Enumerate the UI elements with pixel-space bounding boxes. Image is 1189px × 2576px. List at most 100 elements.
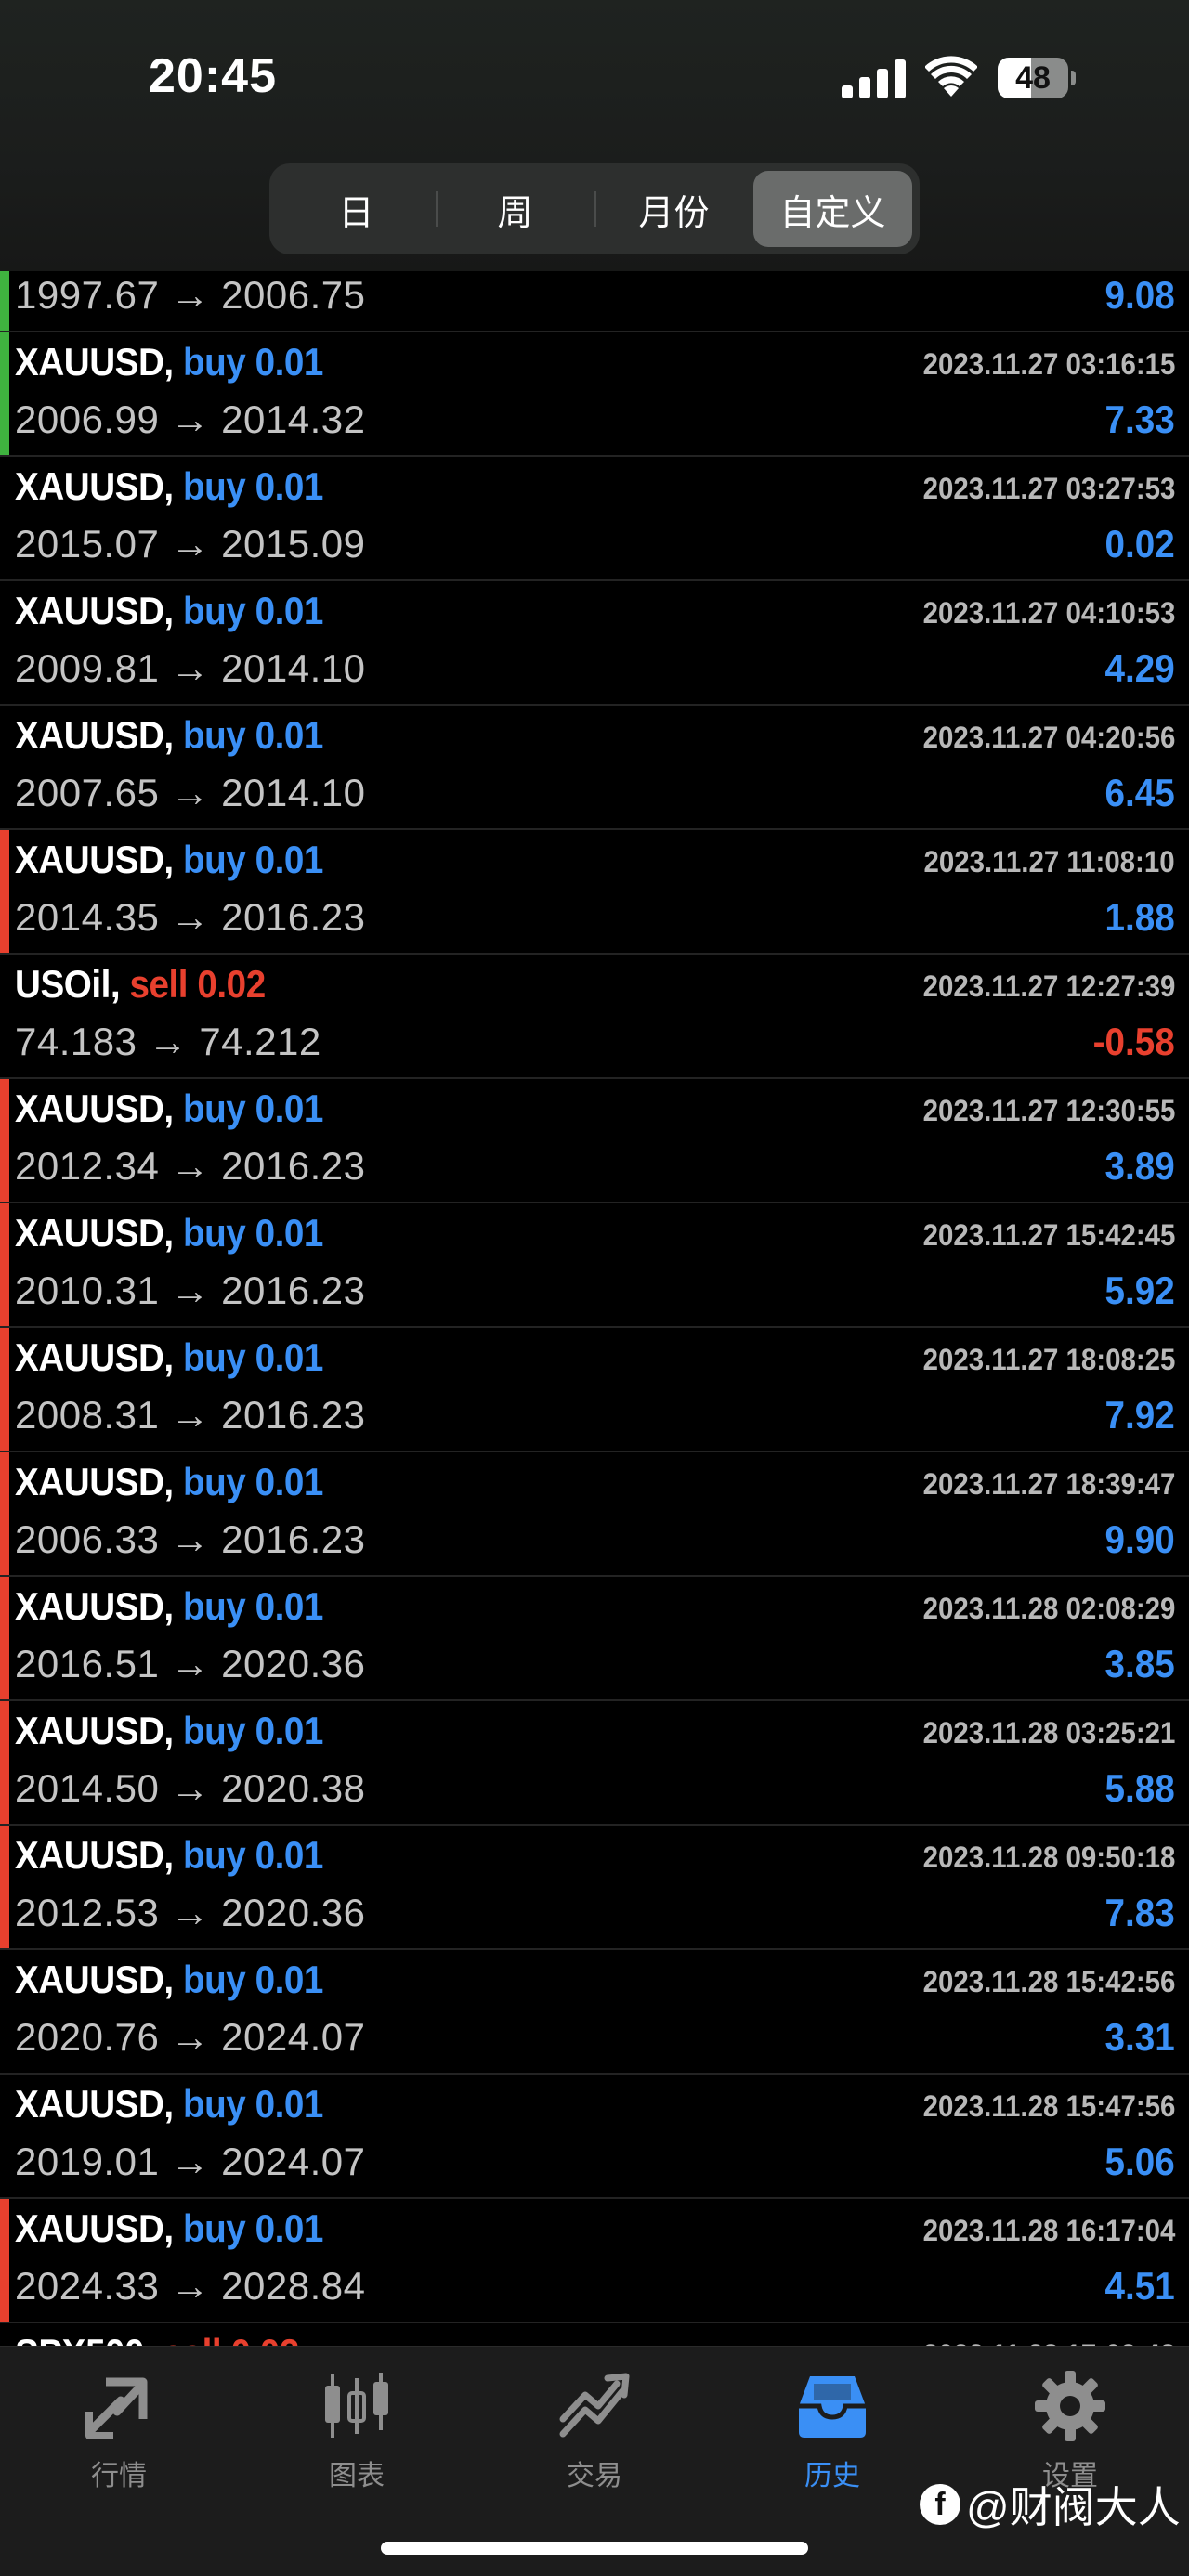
trade-symbol: XAUUSD, bbox=[15, 1086, 174, 1130]
trade-symbol: XAUUSD, bbox=[15, 1709, 174, 1752]
trade-lot: 0.01 bbox=[255, 838, 324, 881]
segment-1[interactable]: 周 bbox=[436, 171, 594, 247]
trade-symbol-line: XAUUSD, buy 0.01 bbox=[15, 1584, 323, 1629]
trade-profit: 9.90 bbox=[1104, 1517, 1175, 1561]
segment-2[interactable]: 月份 bbox=[594, 171, 753, 247]
trade-row[interactable]: XAUUSD, buy 0.01 2023.11.27 04:10:53 2009.… bbox=[0, 581, 1189, 706]
battery-percent: 48 bbox=[1015, 59, 1051, 96]
trade-row[interactable]: XAUUSD, buy 0.01 2023.11.27 04:20:56 2007.… bbox=[0, 706, 1189, 830]
trade-profit: 4.29 bbox=[1104, 646, 1175, 690]
trade-status-marker bbox=[0, 1203, 9, 1326]
segment-0[interactable]: 日 bbox=[277, 171, 436, 247]
trade-row[interactable]: XAUUSD, buy 0.01 2023.11.27 18:08:25 2008.… bbox=[0, 1328, 1189, 1452]
trade-row[interactable]: 1997.67 → 2006.75 9.08 bbox=[0, 271, 1189, 332]
trade-lot: 0.01 bbox=[255, 589, 324, 632]
trade-status-marker bbox=[0, 2199, 9, 2322]
trade-row[interactable]: XAUUSD, buy 0.01 2023.11.27 12:30:55 2012.… bbox=[0, 1079, 1189, 1203]
trade-side: buy bbox=[182, 1833, 246, 1877]
trade-time: 2023.11.27 18:39:47 bbox=[922, 1467, 1175, 1501]
tab-trade[interactable]: 交易 bbox=[502, 2369, 687, 2499]
cellular-signal-icon bbox=[842, 59, 906, 98]
tab-chart[interactable]: 图表 bbox=[264, 2369, 450, 2499]
segment-3[interactable]: 自定义 bbox=[753, 171, 912, 247]
trade-open-price: 2012.53 bbox=[15, 1891, 160, 1934]
trade-row[interactable]: XAUUSD, buy 0.01 2023.11.27 18:39:47 2006.… bbox=[0, 1452, 1189, 1577]
trade-row[interactable]: XAUUSD, buy 0.01 2023.11.27 15:42:45 2010.… bbox=[0, 1203, 1189, 1328]
arrow-right-icon: → bbox=[170, 1517, 210, 1561]
trade-open-price: 2016.51 bbox=[15, 1642, 160, 1685]
trade-open-price: 2014.35 bbox=[15, 895, 160, 939]
arrow-right-icon: → bbox=[170, 1393, 210, 1437]
trade-time: 2023.11.27 15:42:45 bbox=[922, 1218, 1175, 1252]
trade-lot: 0.01 bbox=[255, 340, 324, 384]
trade-row[interactable]: XAUUSD, buy 0.01 2023.11.28 16:17:04 2024.… bbox=[0, 2199, 1189, 2323]
history-list-content: 1997.67 → 2006.75 9.08 XAUUSD, buy 0.01 202… bbox=[0, 271, 1189, 2346]
history-list[interactable]: 1997.67 → 2006.75 9.08 XAUUSD, buy 0.01 202… bbox=[0, 271, 1189, 2346]
arrow-right-icon: → bbox=[170, 771, 210, 814]
wifi-icon bbox=[925, 56, 977, 97]
trade-close-price: 2014.32 bbox=[221, 397, 366, 441]
trade-row[interactable]: XAUUSD, buy 0.01 2023.11.28 02:08:29 2016.… bbox=[0, 1577, 1189, 1701]
trade-row[interactable]: XAUUSD, buy 0.01 2023.11.28 09:50:18 2012.… bbox=[0, 1826, 1189, 1950]
trade-row[interactable]: XAUUSD, buy 0.01 2023.11.27 11:08:10 2014.… bbox=[0, 830, 1189, 955]
trade-open-price: 74.183 bbox=[15, 1020, 137, 1063]
battery-indicator: 48 bbox=[998, 58, 1076, 98]
trade-open-price: 1997.67 bbox=[15, 273, 160, 317]
trade-prices: 74.183 → 74.212 bbox=[15, 1020, 321, 1064]
trade-symbol-line: XAUUSD, buy 0.01 bbox=[15, 464, 323, 509]
tab-chart-label: 图表 bbox=[329, 2461, 385, 2491]
trade-symbol: XAUUSD, bbox=[15, 1958, 174, 2001]
trade-symbol-line: XAUUSD, buy 0.01 bbox=[15, 2206, 323, 2251]
home-indicator bbox=[381, 2542, 808, 2555]
trade-close-price: 2016.23 bbox=[221, 1517, 366, 1561]
watermark: f @财阀大人 bbox=[920, 2477, 1181, 2532]
trade-side: buy bbox=[182, 1086, 246, 1130]
watermark-logo-icon: f bbox=[920, 2484, 960, 2525]
trade-row[interactable]: XAUUSD, buy 0.01 2023.11.28 03:25:21 2014.… bbox=[0, 1701, 1189, 1826]
trade-row[interactable]: XAUUSD, buy 0.01 2023.11.28 15:42:56 2020.… bbox=[0, 1950, 1189, 2075]
trade-symbol-line: XAUUSD, buy 0.01 bbox=[15, 713, 323, 758]
trade-symbol: XAUUSD, bbox=[15, 1833, 174, 1877]
trade-symbol-line: SPX500, sell 0.02 bbox=[15, 2331, 299, 2346]
trade-row[interactable]: XAUUSD, buy 0.01 2023.11.27 03:16:15 2006.… bbox=[0, 332, 1189, 457]
trade-close-price: 74.212 bbox=[199, 1020, 321, 1063]
trade-side: buy bbox=[182, 2206, 246, 2250]
arrow-right-icon: → bbox=[170, 273, 210, 317]
trade-symbol: XAUUSD, bbox=[15, 713, 174, 757]
trade-prices: 2015.07 → 2015.09 bbox=[15, 522, 366, 566]
trade-close-price: 2016.23 bbox=[221, 1393, 366, 1437]
trade-row[interactable]: SPX500, sell 0.02 2023.11.28 17:02:48 bbox=[0, 2323, 1189, 2346]
tab-quotes-label: 行情 bbox=[91, 2461, 147, 2491]
trade-profit: 3.31 bbox=[1104, 2015, 1175, 2059]
trade-status-marker bbox=[0, 332, 9, 455]
trade-row[interactable]: XAUUSD, buy 0.01 2023.11.28 15:47:56 2019.… bbox=[0, 2075, 1189, 2199]
trade-side: buy bbox=[182, 1709, 246, 1752]
trade-row[interactable]: USOil, sell 0.02 2023.11.27 12:27:39 74.18… bbox=[0, 955, 1189, 1079]
trade-time: 2023.11.27 12:30:55 bbox=[922, 1094, 1175, 1127]
arrow-right-icon: → bbox=[170, 646, 210, 690]
watermark-text: @财阀大人 bbox=[966, 2483, 1181, 2531]
trade-profit: 3.85 bbox=[1104, 1642, 1175, 1685]
trade-profit: 3.89 bbox=[1104, 1144, 1175, 1188]
trade-row[interactable]: XAUUSD, buy 0.01 2023.11.27 03:27:53 2015.… bbox=[0, 457, 1189, 581]
trade-side: buy bbox=[182, 1460, 246, 1503]
trade-symbol-line: XAUUSD, buy 0.01 bbox=[15, 1460, 323, 1504]
trade-side: buy bbox=[182, 1211, 246, 1255]
arrow-right-icon: → bbox=[170, 895, 210, 939]
trade-status-marker bbox=[0, 1701, 9, 1824]
candlestick-chart-icon bbox=[325, 2373, 388, 2438]
arrow-right-icon: → bbox=[148, 1020, 189, 1063]
trade-profit: 0.02 bbox=[1104, 522, 1175, 566]
trade-profit: 5.88 bbox=[1104, 1766, 1175, 1810]
trade-status-marker bbox=[0, 1577, 9, 1699]
tab-quotes[interactable]: 行情 bbox=[26, 2369, 212, 2499]
trade-lot: 0.01 bbox=[255, 1460, 324, 1503]
trade-prices: 2014.35 → 2016.23 bbox=[15, 895, 366, 940]
trade-close-price: 2020.36 bbox=[221, 1642, 366, 1685]
trade-time: 2023.11.28 15:47:56 bbox=[922, 2089, 1175, 2123]
tab-history[interactable]: 历史 bbox=[739, 2369, 925, 2499]
trade-side: buy bbox=[182, 464, 246, 508]
trade-symbol-line: XAUUSD, buy 0.01 bbox=[15, 1211, 323, 1255]
tab-trade-label: 交易 bbox=[567, 2461, 622, 2491]
trade-lot: 0.01 bbox=[255, 2206, 324, 2250]
